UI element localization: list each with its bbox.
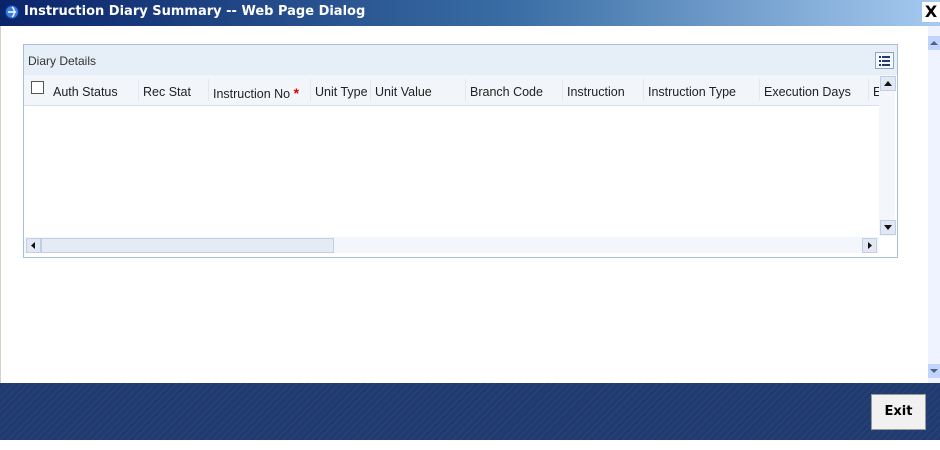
page-vertical-scrollbar[interactable] <box>928 26 940 383</box>
column-execution-days[interactable]: Execution Days <box>764 85 851 99</box>
column-instruction[interactable]: Instruction <box>567 85 625 99</box>
grid-horizontal-scrollbar[interactable] <box>24 237 879 253</box>
column-unit-type[interactable]: Unit Type <box>315 85 368 99</box>
column-divider <box>138 79 139 101</box>
column-unit-value[interactable]: Unit Value <box>375 85 432 99</box>
scroll-down-icon[interactable] <box>928 364 940 378</box>
required-marker: * <box>293 85 300 101</box>
ie-app-icon <box>5 5 19 19</box>
grid-scroll-right-icon[interactable] <box>862 238 877 253</box>
column-divider <box>465 79 466 101</box>
column-options-icon[interactable] <box>875 52 894 69</box>
column-instruction-no[interactable]: Instruction No * <box>213 85 299 101</box>
title-bar: Instruction Diary Summary -- Web Page Di… <box>0 0 940 26</box>
column-divider <box>208 79 209 101</box>
column-divider <box>643 79 644 101</box>
diary-details-panel: Diary Details Auth Status Rec Stat Instr… <box>23 44 898 258</box>
select-all-checkbox[interactable] <box>31 81 44 94</box>
panel-caption: Diary Details <box>28 54 97 68</box>
grid-horizontal-scroll-thumb[interactable] <box>41 238 334 253</box>
panel-header: Diary Details <box>24 45 897 75</box>
column-divider <box>868 79 869 101</box>
footer-bar <box>0 383 940 440</box>
column-divider <box>562 79 563 101</box>
scrollbar-corner <box>879 237 895 253</box>
column-rec-stat[interactable]: Rec Stat <box>143 85 191 99</box>
column-divider <box>759 79 760 101</box>
exit-button[interactable]: Exit <box>871 394 926 430</box>
column-branch-code[interactable]: Branch Code <box>470 85 543 99</box>
column-divider <box>370 79 371 101</box>
grid-column-header: Auth Status Rec Stat Instruction No * Un… <box>24 75 881 106</box>
column-instruction-no-label: Instruction No <box>213 87 291 101</box>
column-divider <box>310 79 311 101</box>
grid-vertical-scrollbar[interactable] <box>879 75 896 236</box>
window-bottom-edge <box>0 440 940 450</box>
grid-scroll-up-icon[interactable] <box>880 76 896 91</box>
scroll-up-icon[interactable] <box>928 36 940 50</box>
grid-body <box>24 106 879 236</box>
window-title: Instruction Diary Summary -- Web Page Di… <box>24 4 366 19</box>
grid-scroll-down-icon[interactable] <box>880 220 896 235</box>
column-auth-status[interactable]: Auth Status <box>53 85 118 99</box>
close-button[interactable]: X <box>922 2 940 22</box>
grid-scroll-left-icon[interactable] <box>26 238 41 253</box>
column-instruction-type[interactable]: Instruction Type <box>648 85 736 99</box>
